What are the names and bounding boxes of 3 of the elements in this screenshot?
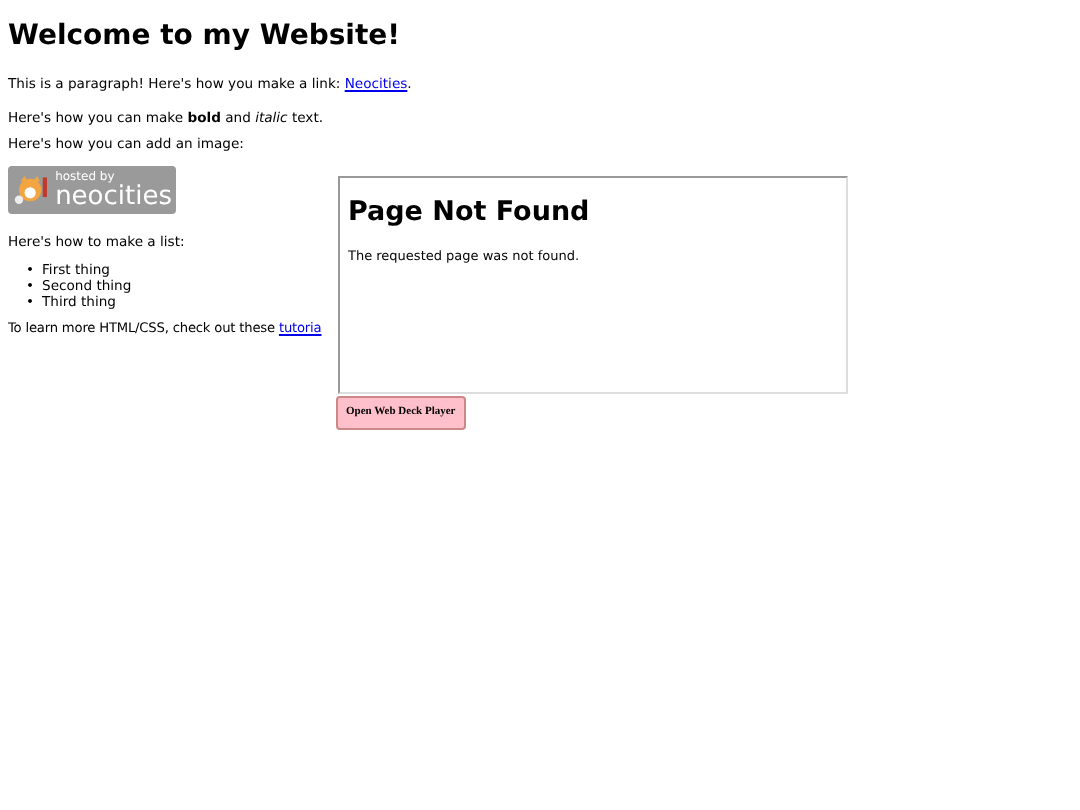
page-heading: Welcome to my Website!	[8, 18, 401, 56]
frame-heading: Page Not Found	[348, 194, 590, 230]
badge-title: neocities	[55, 183, 172, 209]
